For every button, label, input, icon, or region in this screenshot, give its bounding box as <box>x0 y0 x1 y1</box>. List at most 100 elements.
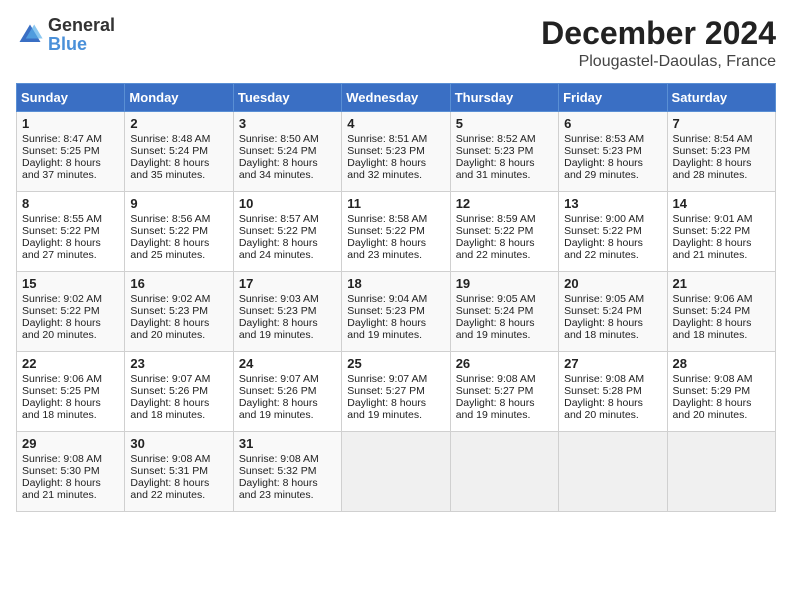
daylight-label: Daylight: 8 hours and 19 minutes. <box>239 397 318 421</box>
sunset-label: Sunset: 5:27 PM <box>347 385 425 397</box>
calendar-cell <box>450 432 558 512</box>
day-number: 30 <box>130 436 227 451</box>
daylight-label: Daylight: 8 hours and 20 minutes. <box>564 397 643 421</box>
sunrise-label: Sunrise: 8:59 AM <box>456 213 536 225</box>
sunset-label: Sunset: 5:23 PM <box>347 305 425 317</box>
sunrise-label: Sunrise: 9:04 AM <box>347 293 427 305</box>
calendar-week-row: 15Sunrise: 9:02 AMSunset: 5:22 PMDayligh… <box>17 272 776 352</box>
day-number: 2 <box>130 116 227 131</box>
daylight-label: Daylight: 8 hours and 19 minutes. <box>347 317 426 341</box>
day-number: 18 <box>347 276 444 291</box>
day-number: 1 <box>22 116 119 131</box>
calendar-day-header: Monday <box>125 84 233 112</box>
calendar-day-header: Sunday <box>17 84 125 112</box>
sunrise-label: Sunrise: 8:51 AM <box>347 133 427 145</box>
sunset-label: Sunset: 5:22 PM <box>564 225 642 237</box>
sunrise-label: Sunrise: 9:01 AM <box>673 213 753 225</box>
daylight-label: Daylight: 8 hours and 22 minutes. <box>564 237 643 261</box>
sunrise-label: Sunrise: 9:08 AM <box>22 453 102 465</box>
daylight-label: Daylight: 8 hours and 19 minutes. <box>456 317 535 341</box>
calendar-cell: 30Sunrise: 9:08 AMSunset: 5:31 PMDayligh… <box>125 432 233 512</box>
logo-blue-text: Blue <box>48 34 87 54</box>
sunset-label: Sunset: 5:26 PM <box>130 385 208 397</box>
daylight-label: Daylight: 8 hours and 21 minutes. <box>673 237 752 261</box>
sunrise-label: Sunrise: 9:00 AM <box>564 213 644 225</box>
calendar-cell <box>342 432 450 512</box>
day-number: 3 <box>239 116 336 131</box>
calendar-cell: 17Sunrise: 9:03 AMSunset: 5:23 PMDayligh… <box>233 272 341 352</box>
page-header: General Blue December 2024 Plougastel-Da… <box>16 16 776 71</box>
sunrise-label: Sunrise: 9:08 AM <box>456 373 536 385</box>
sunrise-label: Sunrise: 9:06 AM <box>22 373 102 385</box>
location-title: Plougastel-Daoulas, France <box>541 53 776 71</box>
sunrise-label: Sunrise: 9:05 AM <box>456 293 536 305</box>
sunset-label: Sunset: 5:23 PM <box>673 145 751 157</box>
calendar-cell: 21Sunrise: 9:06 AMSunset: 5:24 PMDayligh… <box>667 272 775 352</box>
daylight-label: Daylight: 8 hours and 20 minutes. <box>673 397 752 421</box>
calendar-cell: 27Sunrise: 9:08 AMSunset: 5:28 PMDayligh… <box>559 352 667 432</box>
daylight-label: Daylight: 8 hours and 27 minutes. <box>22 237 101 261</box>
sunset-label: Sunset: 5:24 PM <box>564 305 642 317</box>
calendar-cell: 12Sunrise: 8:59 AMSunset: 5:22 PMDayligh… <box>450 192 558 272</box>
day-number: 12 <box>456 196 553 211</box>
sunset-label: Sunset: 5:22 PM <box>130 225 208 237</box>
sunset-label: Sunset: 5:22 PM <box>456 225 534 237</box>
calendar-week-row: 8Sunrise: 8:55 AMSunset: 5:22 PMDaylight… <box>17 192 776 272</box>
calendar-cell: 25Sunrise: 9:07 AMSunset: 5:27 PMDayligh… <box>342 352 450 432</box>
sunset-label: Sunset: 5:23 PM <box>456 145 534 157</box>
daylight-label: Daylight: 8 hours and 19 minutes. <box>456 397 535 421</box>
sunset-label: Sunset: 5:31 PM <box>130 465 208 477</box>
daylight-label: Daylight: 8 hours and 23 minutes. <box>239 477 318 501</box>
sunset-label: Sunset: 5:30 PM <box>22 465 100 477</box>
sunset-label: Sunset: 5:26 PM <box>239 385 317 397</box>
daylight-label: Daylight: 8 hours and 34 minutes. <box>239 157 318 181</box>
sunrise-label: Sunrise: 9:03 AM <box>239 293 319 305</box>
daylight-label: Daylight: 8 hours and 20 minutes. <box>130 317 209 341</box>
calendar-cell: 6Sunrise: 8:53 AMSunset: 5:23 PMDaylight… <box>559 112 667 192</box>
daylight-label: Daylight: 8 hours and 28 minutes. <box>673 157 752 181</box>
sunset-label: Sunset: 5:22 PM <box>22 305 100 317</box>
sunrise-label: Sunrise: 9:05 AM <box>564 293 644 305</box>
day-number: 28 <box>673 356 770 371</box>
daylight-label: Daylight: 8 hours and 35 minutes. <box>130 157 209 181</box>
sunset-label: Sunset: 5:23 PM <box>239 305 317 317</box>
daylight-label: Daylight: 8 hours and 20 minutes. <box>22 317 101 341</box>
sunset-label: Sunset: 5:22 PM <box>239 225 317 237</box>
day-number: 8 <box>22 196 119 211</box>
calendar-cell: 15Sunrise: 9:02 AMSunset: 5:22 PMDayligh… <box>17 272 125 352</box>
sunset-label: Sunset: 5:24 PM <box>456 305 534 317</box>
calendar-cell: 2Sunrise: 8:48 AMSunset: 5:24 PMDaylight… <box>125 112 233 192</box>
calendar-cell: 7Sunrise: 8:54 AMSunset: 5:23 PMDaylight… <box>667 112 775 192</box>
calendar-cell: 4Sunrise: 8:51 AMSunset: 5:23 PMDaylight… <box>342 112 450 192</box>
sunrise-label: Sunrise: 8:50 AM <box>239 133 319 145</box>
sunset-label: Sunset: 5:25 PM <box>22 385 100 397</box>
sunrise-label: Sunrise: 9:08 AM <box>564 373 644 385</box>
sunset-label: Sunset: 5:29 PM <box>673 385 751 397</box>
sunset-label: Sunset: 5:24 PM <box>673 305 751 317</box>
calendar-week-row: 29Sunrise: 9:08 AMSunset: 5:30 PMDayligh… <box>17 432 776 512</box>
sunset-label: Sunset: 5:23 PM <box>564 145 642 157</box>
sunrise-label: Sunrise: 9:02 AM <box>22 293 102 305</box>
calendar-cell: 3Sunrise: 8:50 AMSunset: 5:24 PMDaylight… <box>233 112 341 192</box>
daylight-label: Daylight: 8 hours and 31 minutes. <box>456 157 535 181</box>
logo: General Blue <box>16 16 115 54</box>
day-number: 6 <box>564 116 661 131</box>
calendar-cell: 11Sunrise: 8:58 AMSunset: 5:22 PMDayligh… <box>342 192 450 272</box>
daylight-label: Daylight: 8 hours and 18 minutes. <box>673 317 752 341</box>
day-number: 11 <box>347 196 444 211</box>
sunrise-label: Sunrise: 8:52 AM <box>456 133 536 145</box>
calendar-header-row: SundayMondayTuesdayWednesdayThursdayFrid… <box>17 84 776 112</box>
sunrise-label: Sunrise: 9:06 AM <box>673 293 753 305</box>
day-number: 22 <box>22 356 119 371</box>
calendar-table: SundayMondayTuesdayWednesdayThursdayFrid… <box>16 83 776 512</box>
day-number: 24 <box>239 356 336 371</box>
calendar-cell: 5 Sunrise: 8:52 AMSunset: 5:23 PMDaylight… <box>450 112 558 192</box>
sunrise-label: Sunrise: 8:55 AM <box>22 213 102 225</box>
logo-general-text: General <box>48 15 115 35</box>
day-number: 9 <box>130 196 227 211</box>
calendar-cell: 29Sunrise: 9:08 AMSunset: 5:30 PMDayligh… <box>17 432 125 512</box>
sunrise-label: Sunrise: 8:54 AM <box>673 133 753 145</box>
day-number: 5 <box>456 116 553 131</box>
calendar-day-header: Thursday <box>450 84 558 112</box>
sunset-label: Sunset: 5:23 PM <box>130 305 208 317</box>
